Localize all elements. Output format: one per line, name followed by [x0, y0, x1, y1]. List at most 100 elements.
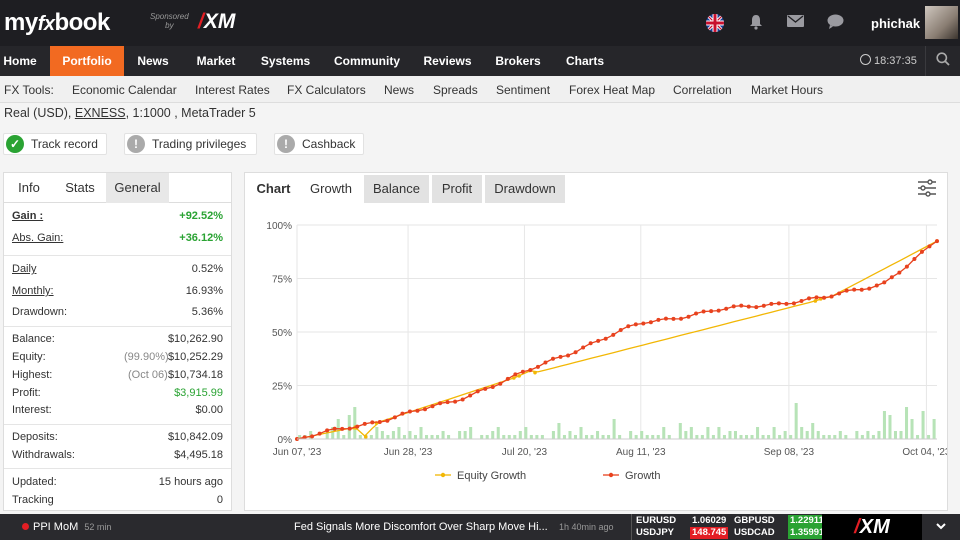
subnav-economic-calendar[interactable]: Economic Calendar — [72, 83, 177, 97]
cashback-badge[interactable]: ! Cashback — [274, 133, 364, 155]
bell-icon[interactable] — [747, 14, 765, 32]
nav-portfolio[interactable]: Portfolio — [50, 46, 124, 76]
nav-community[interactable]: Community — [332, 46, 402, 76]
legend-label[interactable]: Growth — [625, 470, 660, 482]
stat-equity-percent: (99.90%) — [124, 351, 169, 363]
subnav-fx-calculators[interactable]: FX Calculators — [287, 83, 366, 97]
stat-abs-gain-label[interactable]: Abs. Gain: — [12, 230, 63, 246]
daily-bar — [783, 431, 787, 439]
chart-panel: Chart Growth Balance Profit Drawdown 0% 2… — [244, 172, 948, 511]
subnav-spreads[interactable]: Spreads — [433, 83, 478, 97]
tab-chart[interactable]: Chart — [250, 175, 297, 203]
tab-stats[interactable]: Stats — [54, 173, 106, 203]
nav-systems[interactable]: Systems — [257, 46, 314, 76]
stat-daily-label[interactable]: Daily — [12, 261, 36, 277]
mail-icon[interactable] — [786, 14, 804, 32]
ticker-headline[interactable]: Fed Signals More Discomfort Over Sharp M… — [294, 514, 548, 540]
subnav-interest-rates[interactable]: Interest Rates — [195, 83, 270, 97]
nav-brokers[interactable]: Brokers — [493, 46, 543, 76]
daily-bar — [618, 435, 622, 439]
tab-general[interactable]: General — [106, 173, 169, 203]
trading-privileges-badge[interactable]: ! Trading privileges — [124, 133, 257, 155]
growth-point — [822, 295, 827, 300]
growth-point — [483, 386, 488, 391]
avatar[interactable] — [925, 6, 958, 39]
growth-point — [603, 336, 608, 341]
daily-bar — [386, 435, 390, 439]
track-record-badge[interactable]: ✓ Track record — [3, 133, 107, 155]
username[interactable]: phichak — [871, 16, 920, 31]
growth-point — [716, 308, 721, 313]
tab-drawdown[interactable]: Drawdown — [485, 175, 565, 203]
fx-pair-usdjpy[interactable]: USDJPY — [636, 527, 674, 539]
nav-reviews[interactable]: Reviews — [420, 46, 475, 76]
legend-marker — [440, 472, 446, 478]
stat-monthly-label[interactable]: Monthly: — [12, 283, 54, 299]
daily-bar — [678, 423, 682, 439]
tab-profit[interactable]: Profit — [432, 175, 482, 203]
myfxbook-logo[interactable]: myfxbook — [4, 9, 110, 37]
equity-growth-point — [813, 299, 818, 303]
subnav-correlation[interactable]: Correlation — [673, 83, 732, 97]
daily-bar — [436, 435, 440, 439]
growth-point — [573, 350, 578, 355]
stat-highest-value: $10,734.18 — [167, 369, 223, 381]
subnav-news[interactable]: News — [384, 83, 414, 97]
legend-label[interactable]: Equity Growth — [457, 470, 526, 482]
growth-point — [430, 404, 435, 409]
daily-bar — [458, 431, 462, 439]
growth-point — [415, 408, 420, 413]
daily-bar — [866, 431, 870, 439]
daily-bar — [601, 435, 605, 439]
broker-link[interactable]: EXNESS — [75, 106, 126, 120]
chevron-down-icon[interactable] — [922, 514, 960, 540]
growth-point — [611, 332, 616, 337]
fx-pair-eurusd[interactable]: EURUSD — [636, 515, 676, 527]
tab-info[interactable]: Info — [4, 173, 54, 203]
ticker-event[interactable]: PPI MoM 52 min — [22, 514, 111, 540]
subnav-market-hours[interactable]: Market Hours — [751, 83, 823, 97]
fx-pair-gbpusd[interactable]: GBPUSD — [734, 515, 775, 527]
subnav-sentiment[interactable]: Sentiment — [496, 83, 550, 97]
nav-news[interactable]: News — [132, 46, 174, 76]
stat-tracking-label: Tracking — [12, 494, 54, 506]
xm-sponsor-logo[interactable]: /XM — [198, 10, 235, 34]
daily-bar — [502, 435, 506, 439]
daily-bar — [375, 427, 379, 439]
fx-tools-bar: FX Tools: Economic Calendar Interest Rat… — [0, 76, 960, 103]
xm-ticker-logo[interactable]: /XM — [822, 514, 922, 540]
growth-point — [874, 283, 879, 288]
growth-point — [370, 420, 375, 425]
fx-pair-usdcad[interactable]: USDCAD — [734, 527, 775, 539]
tab-growth[interactable]: Growth — [301, 175, 361, 203]
nav-home[interactable]: Home — [0, 46, 40, 76]
growth-point — [558, 354, 563, 359]
stat-deposits-label: Deposits: — [12, 431, 58, 443]
x-tick-label: Jun 28, '23 — [384, 447, 433, 458]
nav-charts[interactable]: Charts — [562, 46, 608, 76]
settings-sliders-icon[interactable] — [917, 179, 937, 197]
nav-market[interactable]: Market — [190, 46, 242, 76]
equity-growth-point — [517, 374, 521, 378]
stat-abs-gain-value: +36.12% — [179, 232, 223, 244]
stat-gain-label[interactable]: Gain : — [12, 208, 43, 224]
daily-bar — [358, 435, 362, 439]
daily-bar — [430, 435, 434, 439]
search-icon[interactable] — [925, 46, 960, 76]
growth-point — [596, 338, 601, 343]
chat-icon[interactable] — [826, 14, 844, 32]
exclamation-icon: ! — [127, 135, 145, 153]
growth-point — [791, 301, 796, 306]
daily-bar — [700, 435, 704, 439]
daily-bar — [656, 435, 660, 439]
divider — [4, 424, 231, 425]
exclamation-icon: ! — [277, 135, 295, 153]
daily-bar — [838, 431, 842, 439]
tab-balance[interactable]: Balance — [364, 175, 429, 203]
daily-bar — [932, 419, 936, 439]
fx-value-usdjpy: 148.745 — [690, 527, 729, 539]
uk-flag-icon[interactable] — [706, 14, 724, 32]
y-tick-label: 0% — [278, 435, 293, 446]
growth-point — [829, 294, 834, 299]
subnav-forex-heat-map[interactable]: Forex Heat Map — [569, 83, 655, 97]
